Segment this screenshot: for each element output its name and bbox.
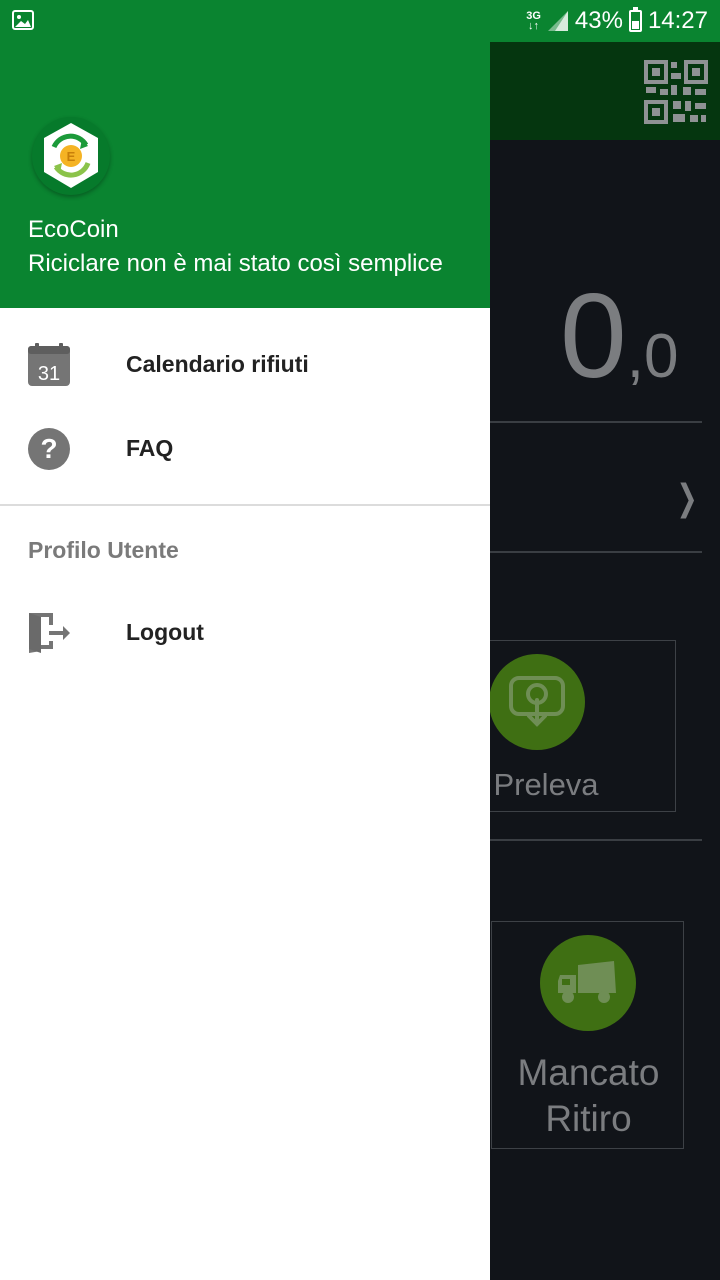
menu-item-faq[interactable]: ? FAQ (0, 407, 490, 491)
clock: 14:27 (647, 7, 708, 34)
menu-item-calendar[interactable]: 31 Calendario rifiuti (0, 323, 490, 407)
calendar-icon: 31 (28, 343, 70, 386)
logo-icon: E (44, 123, 98, 188)
app-name: EcoCoin (28, 216, 119, 243)
image-notification-icon (12, 10, 34, 30)
section-title: Profilo Utente (28, 537, 179, 563)
menu-item-label: FAQ (126, 435, 174, 461)
status-bar: 3G ↓↑ 43% 14:27 (0, 0, 720, 42)
drawer-header: E EcoCoin Riciclare non è mai stato così… (0, 0, 490, 308)
battery-percent: 43% (574, 7, 623, 34)
network-label: 3G (526, 10, 541, 22)
calendar-icon-date: 31 (38, 363, 60, 385)
logout-icon (29, 613, 70, 653)
svg-text:E: E (67, 149, 76, 164)
svg-text:?: ? (40, 433, 57, 464)
menu-item-label: Calendario rifiuti (126, 351, 309, 377)
navigation-drawer: E EcoCoin Riciclare non è mai stato così… (0, 0, 490, 1280)
signal-icon (547, 11, 568, 31)
battery-fill (631, 21, 639, 29)
drawer-divider (0, 504, 490, 506)
battery-icon (628, 7, 642, 32)
menu-item-label: Logout (126, 619, 204, 645)
network-type: 3G ↓↑ (526, 10, 541, 32)
help-icon: ? (28, 428, 70, 470)
menu-item-logout[interactable]: Logout (0, 591, 490, 675)
app-tagline: Riciclare non è mai stato così semplice (28, 250, 443, 277)
ecocoin-logo: E (32, 117, 110, 195)
